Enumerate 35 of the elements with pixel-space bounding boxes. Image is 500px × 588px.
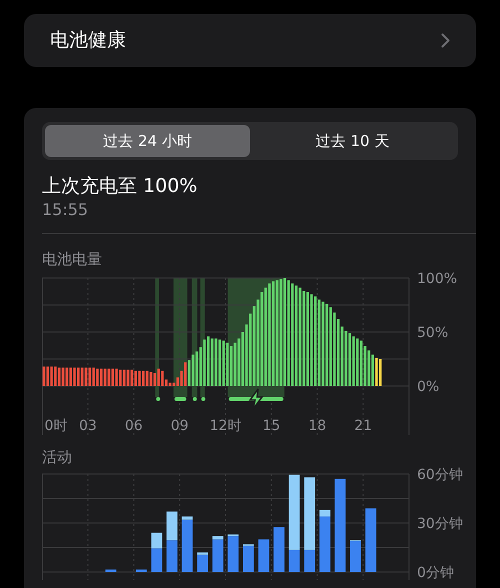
- charging-indicator: [228, 386, 284, 401]
- chevron-icon: [441, 33, 450, 48]
- activity-bar: [136, 570, 147, 572]
- axis-label: 03: [78, 418, 97, 434]
- last-charge-title: 上次充电至 100%: [42, 174, 198, 199]
- axis-label: 0%: [417, 379, 440, 395]
- battery-health-row[interactable]: 电池健康: [24, 14, 476, 67]
- activity-bar: [166, 540, 178, 572]
- activity-bar: [274, 527, 284, 572]
- activity-bar: [258, 539, 270, 572]
- axis-label: 18: [308, 418, 326, 434]
- activity-bar: [166, 512, 178, 540]
- segment-tab[interactable]: 过去 24 小时: [45, 125, 250, 157]
- axis-label: 12时: [210, 418, 242, 434]
- axis-label: 0时: [44, 418, 68, 434]
- charging-indicator: [174, 386, 188, 401]
- axis-label: 30分钟: [417, 516, 463, 532]
- charging-indicator: [192, 386, 198, 401]
- axis-label: 09: [170, 418, 189, 434]
- axis-label: 50%: [417, 325, 448, 341]
- row-label: 电池健康: [50, 28, 126, 54]
- axis-label: 100%: [417, 271, 458, 287]
- axis-label: 15: [262, 418, 280, 434]
- axis-label: 0分钟: [417, 565, 454, 580]
- charging-indicator: [200, 386, 206, 401]
- axis-label: 60分钟: [417, 467, 463, 483]
- last-charge-time: 15:55: [42, 199, 90, 221]
- charging-indicator: [155, 386, 160, 401]
- chart-title: 电池电量: [42, 250, 103, 268]
- activity-bar: [105, 570, 116, 572]
- axis-label: 21: [354, 418, 372, 434]
- segment-tab[interactable]: 过去 10 天: [250, 125, 455, 157]
- activity-bar: [365, 508, 376, 572]
- chart-title: 活动: [42, 448, 73, 466]
- axis-label: 06: [124, 418, 143, 434]
